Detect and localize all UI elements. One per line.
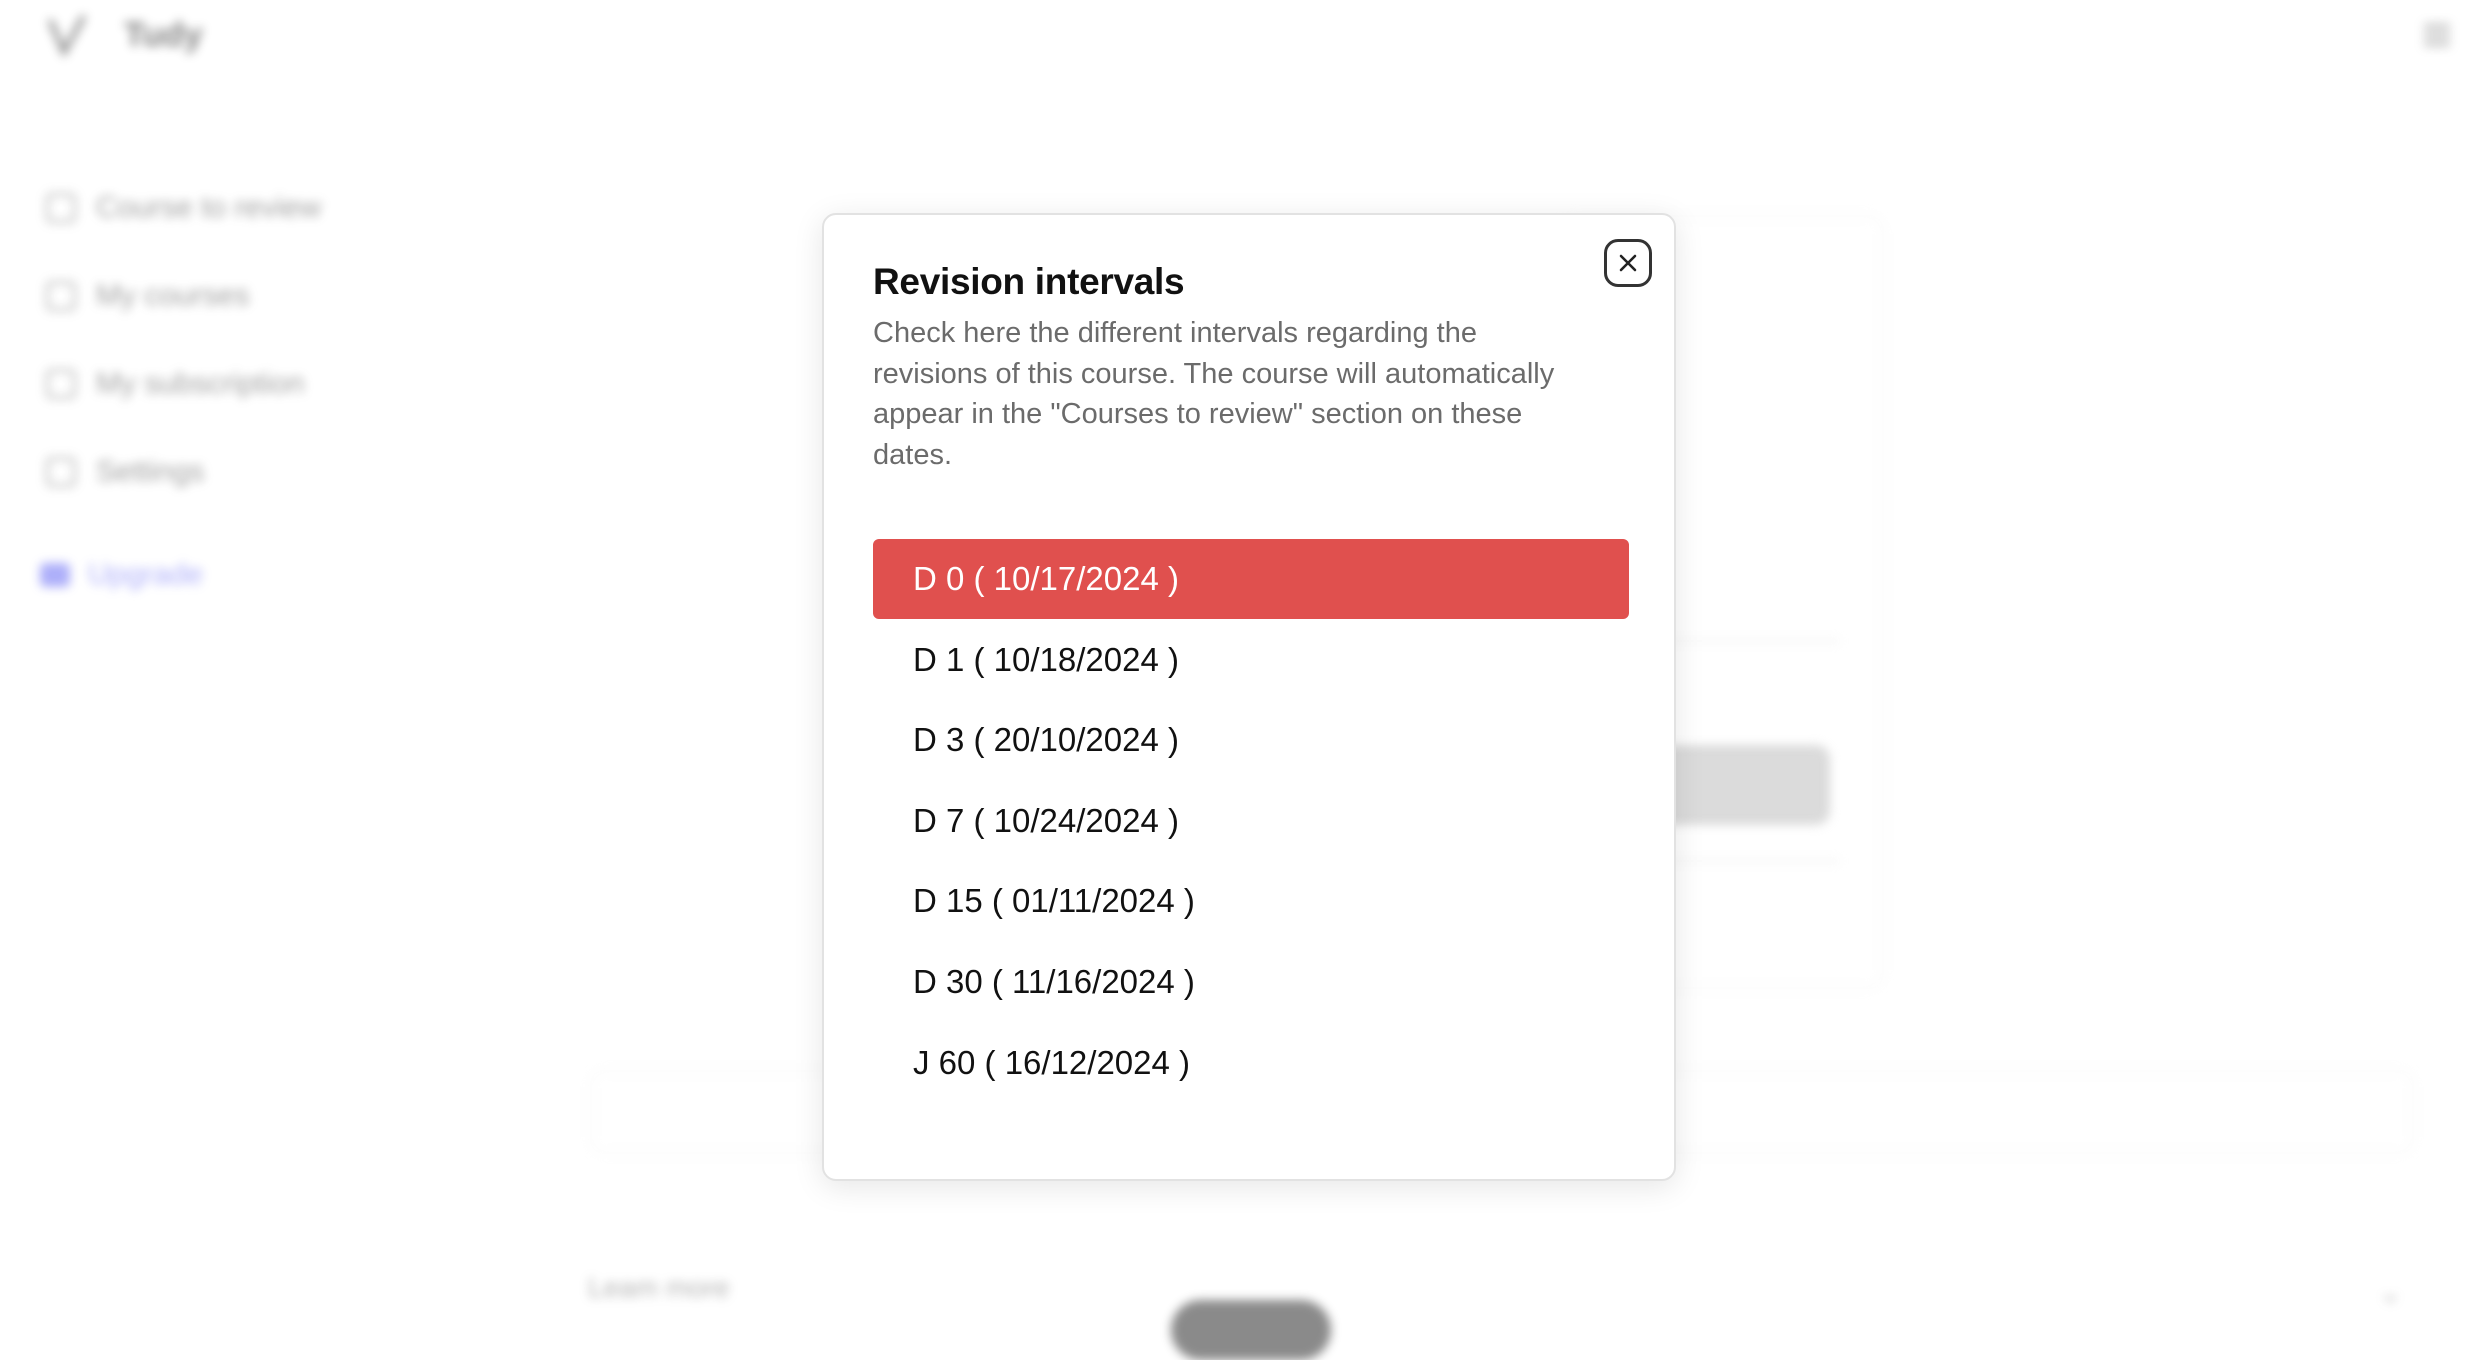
crown-icon	[40, 563, 70, 587]
app-logo-icon	[44, 12, 90, 58]
divider	[1660, 860, 1840, 862]
card-icon	[46, 369, 76, 399]
app-title: Tudy	[124, 16, 203, 54]
revision-intervals-modal: Revision intervals Check here the differ…	[822, 213, 1676, 1181]
clock-icon	[46, 193, 76, 223]
menu-icon	[2420, 18, 2454, 52]
gear-icon	[46, 457, 76, 487]
interval-item[interactable]: D 0 ( 10/17/2024 )	[873, 539, 1629, 619]
modal-title: Revision intervals	[873, 261, 1185, 302]
sidebar-item-label: Course to review	[96, 191, 322, 224]
sidebar-item-course-to-review: Course to review	[46, 164, 321, 252]
upgrade-label: Upgrade	[88, 558, 204, 591]
sidebar-item-my-courses: My courses	[46, 252, 321, 340]
footer-label: Leam more	[588, 1272, 730, 1303]
interval-item[interactable]: D 1 ( 10/18/2024 )	[873, 620, 1629, 700]
sidebar-nav: Course to review My courses My subscript…	[46, 164, 321, 516]
interval-item[interactable]: D 3 ( 20/10/2024 )	[873, 700, 1629, 780]
interval-item[interactable]: D 15 ( 01/11/2024 )	[873, 861, 1629, 941]
close-button[interactable]	[1604, 239, 1652, 287]
interval-list: D 0 ( 10/17/2024 ) D 1 ( 10/18/2024 ) D …	[873, 539, 1629, 1103]
interval-item[interactable]: D 30 ( 11/16/2024 )	[873, 942, 1629, 1022]
sidebar-item-label: My courses	[96, 279, 250, 312]
sidebar-item-settings: Settings	[46, 428, 321, 516]
upgrade-link: Upgrade	[40, 558, 203, 592]
bottom-dock	[1171, 1300, 1331, 1360]
divider	[1660, 640, 1840, 642]
interval-item[interactable]: D 7 ( 10/24/2024 )	[873, 781, 1629, 861]
book-icon	[46, 281, 76, 311]
close-icon	[1619, 254, 1637, 272]
chevron-down-icon: ⌄	[2378, 1277, 2402, 1308]
modal-description: Check here the different intervals regar…	[873, 317, 1555, 471]
sidebar-item-my-subscription: My subscription	[46, 340, 321, 428]
interval-item[interactable]: J 60 ( 16/12/2024 )	[873, 1023, 1629, 1103]
sidebar-item-label: My subscription	[96, 367, 305, 400]
sidebar-item-label: Settings	[96, 455, 205, 488]
